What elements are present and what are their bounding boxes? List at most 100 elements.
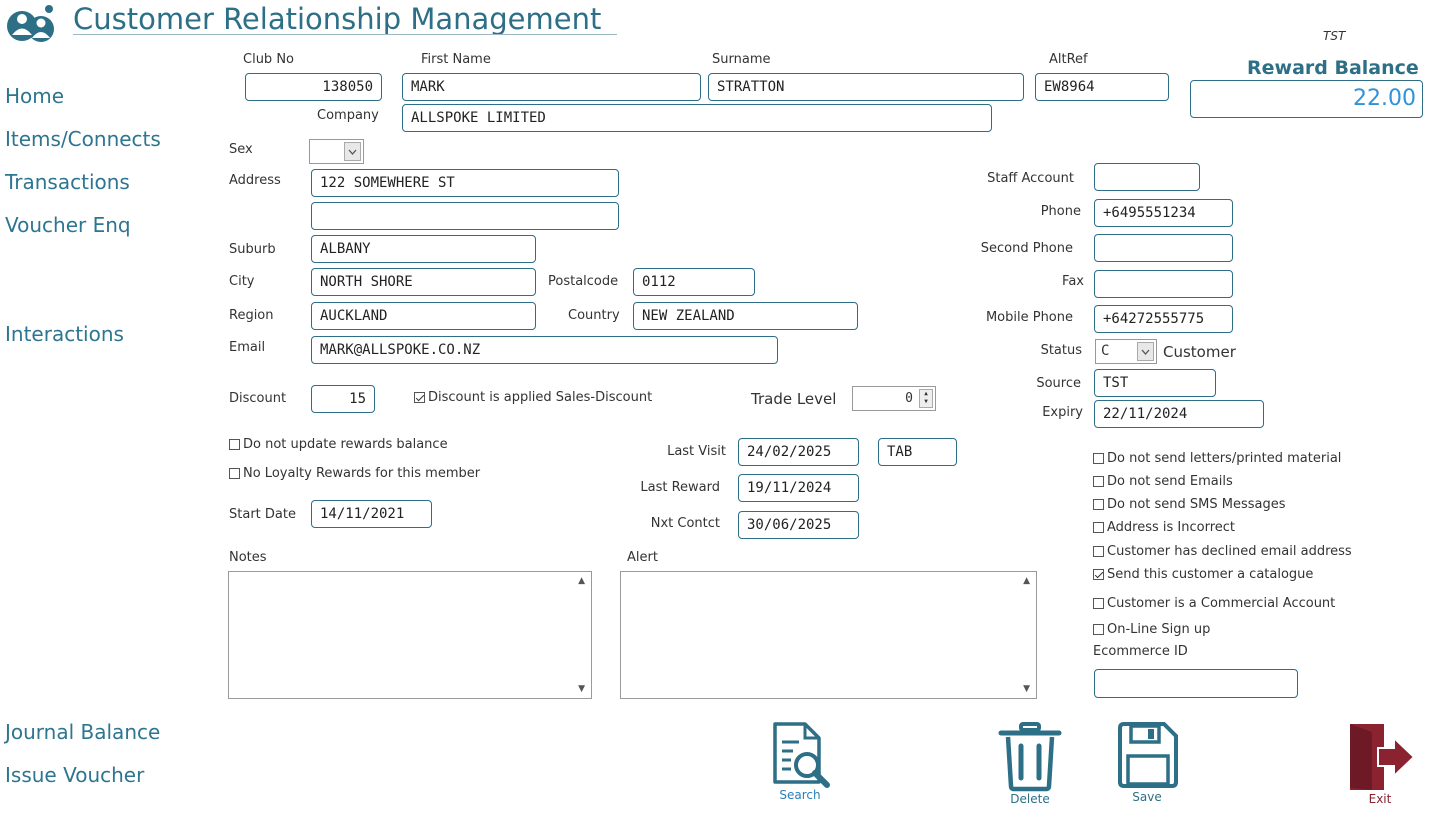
online-signup-checkbox[interactable] [1093,624,1104,635]
declined-email-row[interactable]: Customer has declined email address [1093,544,1352,559]
email-field[interactable]: MARK@ALLSPOKE.CO.NZ [311,336,778,364]
status-label: Status [1040,343,1082,358]
club-no-label: Club No [243,52,294,67]
chevron-down-icon[interactable] [1137,342,1154,361]
first-name-label: First Name [421,52,491,67]
nav-journal-balance[interactable]: Journal Balance [5,720,160,744]
no-sms-checkbox[interactable] [1093,499,1104,510]
online-signup-label: On-Line Sign up [1107,622,1211,637]
phone-label: Phone [1040,204,1081,219]
address-line1-field[interactable]: 122 SOMEWHERE ST [311,169,619,197]
last-visit-label: Last Visit [667,444,726,459]
no-loyalty-row[interactable]: No Loyalty Rewards for this member [229,466,480,481]
fax-field[interactable] [1094,270,1233,298]
first-name-field[interactable]: MARK [402,73,701,101]
no-emails-row[interactable]: Do not send Emails [1093,474,1233,489]
start-date-field[interactable]: 14/11/2021 [311,500,432,528]
last-visit-code-field[interactable]: TAB [878,438,957,466]
floppy-disk-icon [1118,722,1178,788]
altref-field[interactable]: EW8964 [1035,73,1169,101]
mobile-phone-field[interactable]: +64272555775 [1094,305,1233,333]
alert-textarea[interactable]: ▲ ▼ [620,571,1037,699]
commercial-label: Customer is a Commercial Account [1107,596,1336,611]
sex-select[interactable] [309,139,364,164]
delete-button[interactable]: Delete [990,722,1070,806]
expiry-field[interactable]: 22/11/2024 [1094,400,1264,428]
discount-applied-row[interactable]: Discount is applied Sales-Discount [414,390,652,405]
commercial-checkbox[interactable] [1093,598,1104,609]
save-button[interactable]: Save [1107,722,1187,804]
start-date-label: Start Date [229,507,296,522]
scroll-down-icon[interactable]: ▼ [578,684,585,694]
staff-account-field[interactable] [1094,163,1200,191]
nav-interactions[interactable]: Interactions [5,322,124,346]
online-signup-row[interactable]: On-Line Sign up [1093,622,1210,637]
company-field[interactable]: ALLSPOKE LIMITED [402,104,992,132]
no-letters-checkbox[interactable] [1093,453,1104,464]
search-label: Search [779,788,821,802]
send-catalogue-label: Send this customer a catalogue [1107,567,1314,582]
save-label: Save [1132,790,1162,804]
status-select[interactable]: C [1095,339,1157,364]
stepper-arrows-icon[interactable]: ▲ ▼ [919,389,933,408]
chevron-down-icon[interactable] [344,142,361,161]
phone-field[interactable]: +6495551234 [1094,199,1233,227]
trade-level-stepper[interactable]: 0 ▲ ▼ [852,386,936,411]
discount-applied-checkbox[interactable] [414,392,425,403]
region-field[interactable]: AUCKLAND [311,302,536,330]
no-sms-row[interactable]: Do not send SMS Messages [1093,497,1286,512]
discount-field[interactable]: 15 [311,385,375,413]
address-incorrect-row[interactable]: Address is Incorrect [1093,520,1235,535]
exit-door-icon [1350,724,1416,790]
trash-icon [998,722,1062,792]
nav-transactions[interactable]: Transactions [5,170,130,194]
nxt-contct-field[interactable]: 30/06/2025 [738,511,859,539]
city-field[interactable]: NORTH SHORE [311,268,536,296]
fax-label: Fax [1062,274,1084,289]
no-loyalty-checkbox[interactable] [229,468,240,479]
reward-balance-value: 22.00 [1190,80,1423,118]
postalcode-field[interactable]: 0112 [633,268,755,296]
nav-issue-voucher[interactable]: Issue Voucher [5,763,144,787]
surname-field[interactable]: STRATTON [708,73,1024,101]
notes-textarea[interactable]: ▲ ▼ [228,571,592,699]
no-update-rewards-row[interactable]: Do not update rewards balance [229,437,448,452]
source-field[interactable]: TST [1094,369,1216,397]
second-phone-field[interactable] [1094,234,1233,262]
exit-button[interactable]: Exit [1340,722,1420,806]
club-no-field[interactable]: 138050 [245,73,382,101]
country-label: Country [568,308,620,323]
nav-voucher-enq[interactable]: Voucher Enq [5,213,131,237]
country-field[interactable]: NEW ZEALAND [633,302,858,330]
discount-label: Discount [229,391,287,406]
nav-home[interactable]: Home [5,84,64,108]
email-label: Email [229,340,266,355]
no-loyalty-label: No Loyalty Rewards for this member [243,466,481,481]
nav-items-connects[interactable]: Items/Connects [5,127,161,151]
nxt-contct-label: Nxt Contct [650,516,720,531]
people-logo-icon [7,5,54,42]
last-reward-field[interactable]: 19/11/2024 [738,474,859,502]
search-document-icon [773,722,830,788]
no-update-rewards-checkbox[interactable] [229,439,240,450]
scroll-up-icon[interactable]: ▲ [578,576,585,586]
suburb-field[interactable]: ALBANY [311,235,536,263]
scroll-up-icon[interactable]: ▲ [1023,576,1030,586]
ecommerce-id-field[interactable] [1094,669,1298,698]
declined-email-checkbox[interactable] [1093,546,1104,557]
commercial-row[interactable]: Customer is a Commercial Account [1093,596,1335,611]
no-emails-checkbox[interactable] [1093,476,1104,487]
scroll-down-icon[interactable]: ▼ [1023,684,1030,694]
altref-label: AltRef [1049,52,1088,67]
send-catalogue-row[interactable]: Send this customer a catalogue [1093,567,1313,582]
address-line2-field[interactable] [311,202,619,230]
search-button[interactable]: Search [760,722,840,802]
delete-label: Delete [1010,792,1050,806]
address-incorrect-checkbox[interactable] [1093,522,1104,533]
last-visit-field[interactable]: 24/02/2025 [738,438,859,466]
reward-balance-label: Reward Balance [1247,57,1419,79]
send-catalogue-checkbox[interactable] [1093,569,1104,580]
expiry-label: Expiry [1042,405,1083,420]
no-emails-label: Do not send Emails [1107,474,1233,489]
no-letters-row[interactable]: Do not send letters/printed material [1093,451,1341,466]
